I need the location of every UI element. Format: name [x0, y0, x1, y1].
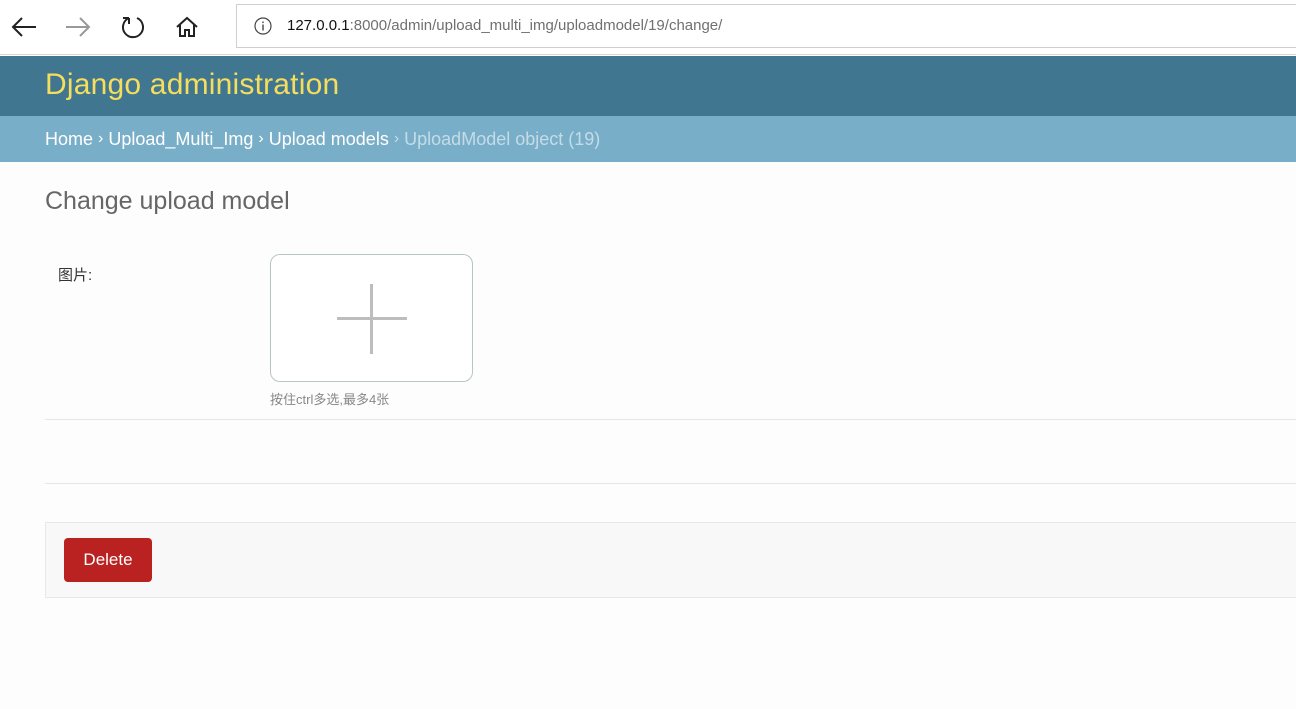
image-upload-dropzone[interactable]	[270, 254, 473, 382]
forward-button[interactable]	[58, 8, 98, 46]
refresh-icon	[122, 17, 144, 39]
page-title: Change upload model	[45, 187, 290, 215]
url-host: 127.0.0.1	[287, 16, 350, 34]
form-row-divider	[45, 483, 1296, 484]
breadcrumb-app[interactable]: Upload_Multi_Img	[108, 129, 253, 150]
home-button[interactable]	[167, 8, 207, 46]
url-path: :8000/admin/upload_multi_img/uploadmodel…	[349, 16, 723, 34]
breadcrumb-separator: ›	[258, 130, 264, 147]
breadcrumb-model[interactable]: Upload models	[269, 129, 389, 150]
delete-button[interactable]: Delete	[64, 538, 152, 582]
back-arrow-icon	[11, 17, 36, 37]
site-header: Django administration	[0, 56, 1296, 116]
image-field-label: 图片:	[58, 267, 93, 284]
refresh-button[interactable]	[113, 8, 153, 46]
breadcrumb: Home › Upload_Multi_Img › Upload models …	[0, 116, 1296, 162]
url-text[interactable]: 127.0.0.1:8000/admin/upload_multi_img/up…	[287, 17, 722, 36]
plus-icon-vertical	[370, 284, 373, 354]
info-icon[interactable]	[253, 16, 273, 36]
home-icon	[176, 16, 198, 37]
upload-help-text: 按住ctrl多选,最多4张	[270, 392, 390, 407]
breadcrumb-home[interactable]: Home	[45, 129, 93, 150]
site-branding[interactable]: Django administration	[45, 68, 339, 102]
form-row-divider	[45, 419, 1296, 420]
submit-row: Delete	[45, 522, 1296, 598]
browser-toolbar: 127.0.0.1:8000/admin/upload_multi_img/up…	[0, 0, 1296, 55]
breadcrumb-current: UploadModel object (19)	[404, 128, 601, 149]
breadcrumb-separator: ›	[393, 130, 400, 147]
forward-arrow-icon	[66, 17, 91, 37]
address-bar[interactable]: 127.0.0.1:8000/admin/upload_multi_img/up…	[236, 4, 1296, 48]
back-button[interactable]	[4, 8, 44, 46]
breadcrumb-separator: ›	[98, 130, 104, 147]
